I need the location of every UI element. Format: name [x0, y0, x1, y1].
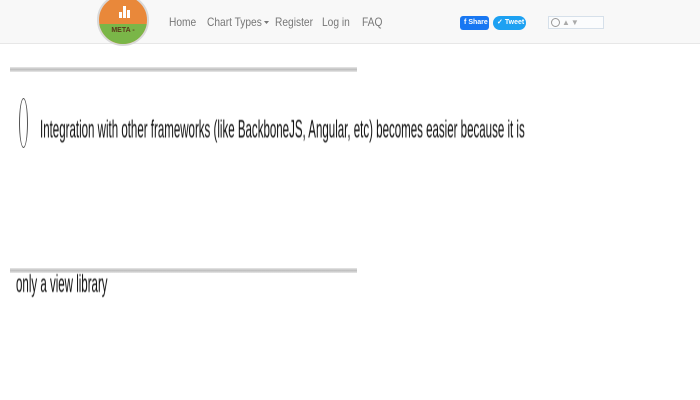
twitter-tweet-label: Tweet	[504, 19, 525, 26]
logo-chart-icon	[118, 4, 132, 18]
site-logo[interactable]: META -	[97, 0, 149, 46]
nav-register[interactable]: Register	[275, 15, 313, 29]
radio-button[interactable]	[19, 98, 28, 148]
upvote-icon[interactable]: ▲	[562, 17, 570, 28]
nav-faq[interactable]: FAQ	[362, 15, 382, 29]
nav-chart-types-label: Chart Types	[207, 15, 262, 29]
twitter-tweet-button[interactable]: ✓ Tweet	[493, 16, 526, 30]
twitter-icon: ✓	[497, 19, 503, 26]
nav-chart-types[interactable]: Chart Types	[207, 15, 270, 29]
facebook-icon: f	[464, 19, 467, 26]
facebook-share-label: Share	[468, 19, 488, 26]
nav-home[interactable]: Home	[169, 15, 196, 29]
divider	[10, 67, 357, 72]
nav-login[interactable]: Log in	[322, 15, 350, 29]
chevron-down-icon	[264, 21, 270, 25]
top-navbar: META - Home Chart Types Register Log in …	[0, 0, 700, 46]
option-text-continued: only a view library	[16, 272, 108, 299]
option-text: Integration with other frameworks (like …	[40, 117, 525, 144]
reddit-icon	[551, 18, 560, 27]
content-card	[10, 62, 357, 277]
facebook-share-button[interactable]: f Share	[460, 16, 489, 30]
logo-text: META -	[111, 27, 135, 34]
reddit-vote-widget[interactable]: ▲▼	[548, 16, 604, 29]
downvote-icon[interactable]: ▼	[571, 17, 579, 28]
